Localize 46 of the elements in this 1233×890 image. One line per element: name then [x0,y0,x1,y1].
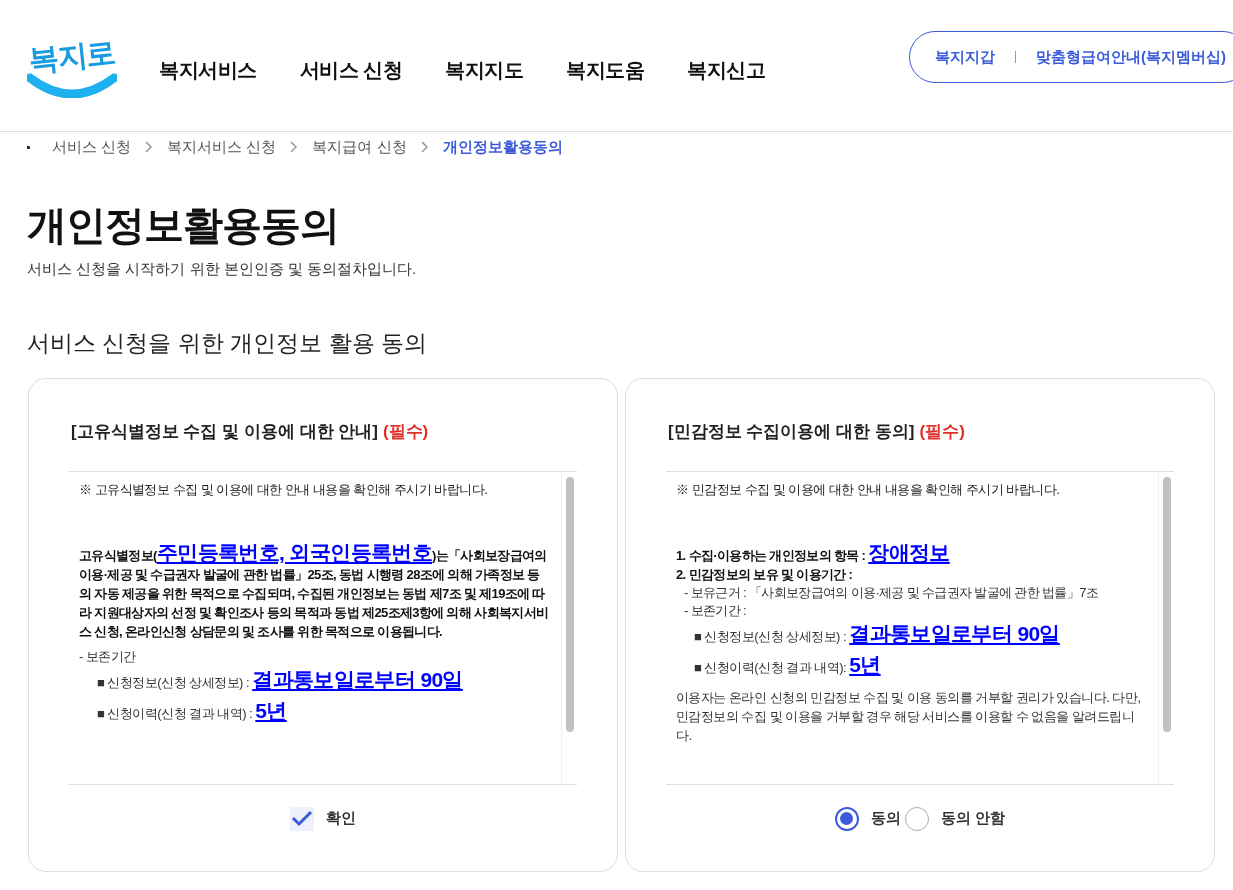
breadcrumb-link[interactable]: 복지서비스 신청 [167,135,277,159]
info-link[interactable]: 장애정보 [868,541,950,564]
section-title: 서비스 신청을 위한 개인정보 활용 동의 [27,328,428,358]
info-text: 2. 민감정보의 보유 및 이용기간 : [676,566,854,584]
breadcrumb-link[interactable]: 서비스 신청 [52,135,132,159]
page-title: 개인정보활용동의 [27,202,340,249]
info-text: - 보유근거 : 「사회보장급여의 이용·제공 및 수급권자 발굴에 관한 법률」7조 [683,584,1100,602]
chevron-icon [420,141,429,153]
info-link[interactable]: 결과통보일로부터 90일 [252,668,463,691]
option-label[interactable]: 동의 [870,807,901,830]
info-text: 이용자는 온라인 신청의 민감정보 수집 및 이용 동의를 거부할 권리가 있습니다. 다만, 민감정보의 수집 및 이용을 거부할 경우 해당 서비스를 이용할 수 없음을 알려드립니다. [676,689,1142,745]
info-link[interactable]: 5년 [255,699,287,722]
option-label[interactable]: 확인 [326,807,356,830]
card-title: [고유식별정보 수집 및 이용에 대한 안내] (필수) [70,421,430,443]
card-title: [민감정보 수집이용에 대한 동의] (필수) [667,421,966,443]
scrollbar-thumb[interactable] [1162,476,1171,732]
chevron-icon [290,141,299,153]
quick-link[interactable]: 복지지갑 [935,45,995,69]
nav-link[interactable]: 서비스 신청 [299,54,403,85]
info-text: ※ 민감정보 수집 및 이용에 대한 안내 내용을 확인해 주시기 바랍니다. [676,480,1061,499]
radio-button[interactable] [834,806,859,831]
quick-link[interactable]: 맞춤형급여안내(복지멤버십) [1036,45,1226,69]
info-link[interactable]: 5년 [849,653,881,676]
info-text: - 보존기간 [79,648,137,666]
breadcrumb-link[interactable]: 복지급여 신청 [312,135,407,159]
info-text: ■ 신청이력(신청 결과 내역):5년 [693,652,882,678]
option-label[interactable]: 동의 안함 [940,807,1006,830]
info-text: ■ 신청정보(신청 상세정보) :결과통보일로부터 90일 [693,621,1061,647]
checkbox[interactable] [290,806,314,831]
info-text: ■ 신청정보(신청 상세정보) :결과통보일로부터 90일 [96,667,464,693]
bullet-icon [27,145,30,149]
nav-link[interactable]: 복지서비스 [159,54,257,85]
info-text: - 보존기간 : [683,602,747,620]
nav-link[interactable]: 복지도움 [566,54,645,85]
info-text: ※ 고유식별정보 수집 및 이용에 대한 안내 내용을 확인해 주시기 바랍니다. [79,480,489,499]
breadcrumb-link[interactable]: 개인정보활용동의 [442,135,563,159]
info-text: 1. 수집·이용하는 개인정보의 항목 :장애정보 [676,543,951,565]
info-text: ■ 신청이력(신청 결과 내역) :5년 [96,698,288,724]
scrollbar-thumb[interactable] [565,476,574,732]
info-link[interactable]: 결과통보일로부터 90일 [849,622,1060,645]
nav-link[interactable]: 복지신고 [687,54,766,85]
info-text: 고유식별정보(주민등록번호, 외국인등록번호)는「사회보장급여의 이용·제공 및 수급권자 발굴에 관한 법률」25조, 동법 시행령 28조에 의해 가족정보 등의 자동 제공을 위한 목적으로 수집되며, 수집된 개인정보는 동법 제7조 및 제19조에 따라 지원대상자의 선정 및 확인조사 등의 목적과 동법 제25조제3항에 의해 사회복지서비스 신청, 온라인신청 상담문의 및 조사를 위한 목적으로 이용됩니다. [79,543,550,641]
nav-link[interactable]: 복지지도 [445,54,524,85]
chevron-icon [145,141,154,153]
info-link[interactable]: 주민등록번호, 외국인등록번호 [156,541,432,564]
subtitle: 서비스 신청을 시작하기 위한 본인인증 및 동의절차입니다. [27,259,418,279]
